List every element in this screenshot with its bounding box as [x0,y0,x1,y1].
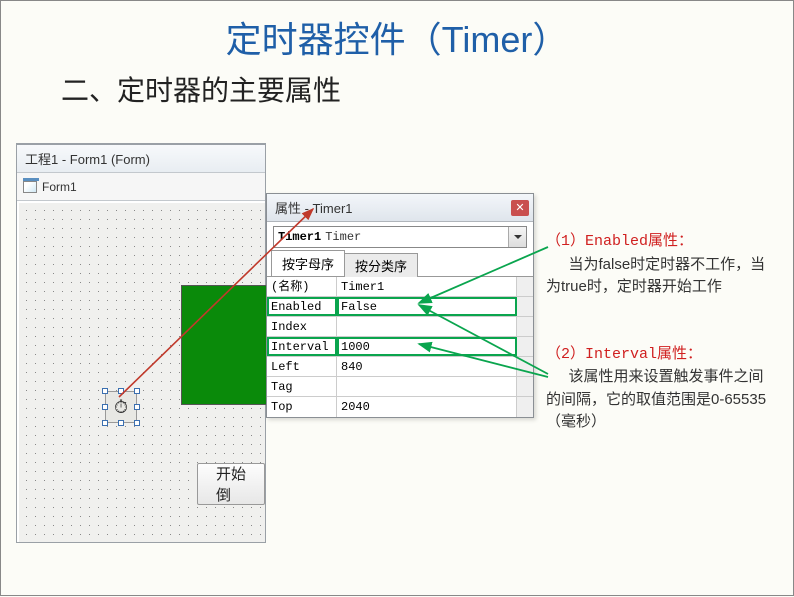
stopwatch-icon: ⏱ [106,392,136,422]
tab-categorized[interactable]: 按分类序 [344,253,418,277]
prop-row-interval[interactable]: Interval 1000 [267,337,533,357]
prop-key: Enabled [267,297,337,316]
vb-designer-window: 工程1 - Form1 (Form) Form1 ⏱ 开始倒 [16,143,266,543]
object-selector-type: Timer [325,230,361,244]
slide-title: 定时器控件（Timer） [1,1,793,69]
slide-subtitle: 二、定时器的主要属性 [1,69,793,109]
properties-window: 属性 - Timer1 ✕ Timer1 Timer 按字母序 按分类序 (名称… [266,193,534,418]
resize-handle-tl[interactable] [102,388,108,394]
prop-row-enabled[interactable]: Enabled False [267,297,533,317]
close-icon[interactable]: ✕ [511,200,529,216]
resize-handle-bl[interactable] [102,420,108,426]
properties-grid: (名称) Timer1 Enabled False Index Interval… [267,276,533,417]
scrollbar[interactable] [517,357,533,376]
prop-key: (名称) [267,277,337,296]
start-countdown-button[interactable]: 开始倒 [197,463,265,505]
resize-handle-bc[interactable] [118,420,124,426]
anno-2-body: 该属性用来设置触发事件之间的间隔，它的取值范围是0-65535（毫秒） [546,366,776,434]
anno-1-body: 当为false时定时器不工作，当为true时，定时器开始工作 [546,254,776,299]
vb-window-titlebar[interactable]: 工程1 - Form1 (Form) [17,145,265,173]
prop-value[interactable]: 1000 [337,337,517,356]
timer-control[interactable]: ⏱ [105,391,137,423]
chevron-down-icon[interactable] [508,227,526,247]
prop-value[interactable]: Timer1 [337,277,517,296]
prop-row-name[interactable]: (名称) Timer1 [267,277,533,297]
object-selector-dropdown[interactable]: Timer1 Timer [273,226,527,248]
prop-row-top[interactable]: Top 2040 [267,397,533,417]
tab-alphabetic[interactable]: 按字母序 [271,250,345,276]
sort-tabs: 按字母序 按分类序 [267,252,533,276]
anno-2-head: （2）Interval属性： [546,344,776,367]
properties-titlebar[interactable]: 属性 - Timer1 ✕ [267,194,533,222]
green-control[interactable] [181,285,276,405]
object-selector-name: Timer1 [274,230,325,244]
resize-handle-br[interactable] [134,420,140,426]
prop-row-tag[interactable]: Tag [267,377,533,397]
anno-1-head: （1）Enabled属性： [546,231,776,254]
vb-window-title: 工程1 - Form1 (Form) [25,149,150,168]
prop-key: Top [267,397,337,417]
scrollbar[interactable] [517,277,533,296]
prop-value[interactable]: 2040 [337,397,517,417]
form-design-surface[interactable]: ⏱ 开始倒 [19,203,265,542]
resize-handle-mr[interactable] [134,404,140,410]
prop-key: Tag [267,377,337,396]
resize-handle-ml[interactable] [102,404,108,410]
prop-key: Left [267,357,337,376]
scrollbar[interactable] [517,337,533,356]
scrollbar[interactable] [517,297,533,316]
scrollbar[interactable] [517,377,533,396]
prop-row-left[interactable]: Left 840 [267,357,533,377]
prop-key: Index [267,317,337,336]
scrollbar[interactable] [517,317,533,336]
anno-1: （1）Enabled属性： 当为false时定时器不工作，当为true时，定时器… [546,231,776,299]
properties-title: 属性 - Timer1 [275,198,353,217]
project-tree-label: Form1 [42,180,77,194]
prop-key: Interval [267,337,337,356]
prop-value[interactable] [337,317,517,336]
form-icon [23,181,37,193]
annotation-panel: （1）Enabled属性： 当为false时定时器不工作，当为true时，定时器… [546,231,776,434]
prop-value[interactable]: 840 [337,357,517,376]
anno-2: （2）Interval属性： 该属性用来设置触发事件之间的间隔，它的取值范围是0… [546,344,776,434]
resize-handle-tr[interactable] [134,388,140,394]
prop-row-index[interactable]: Index [267,317,533,337]
project-tree-item[interactable]: Form1 [17,173,265,201]
scrollbar[interactable] [517,397,533,417]
resize-handle-tc[interactable] [118,388,124,394]
prop-value[interactable]: False [337,297,517,316]
prop-value[interactable] [337,377,517,396]
